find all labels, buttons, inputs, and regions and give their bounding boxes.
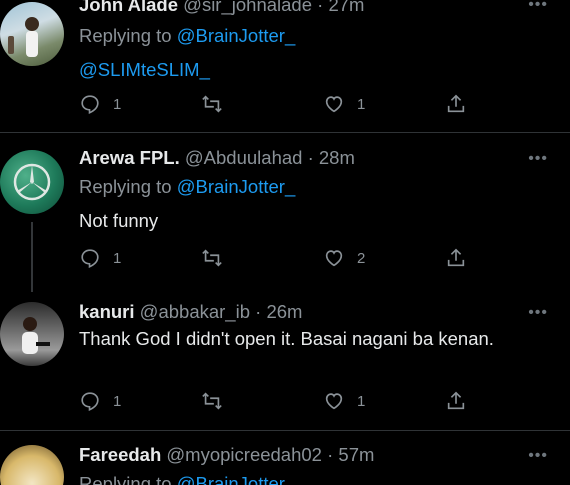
avatar[interactable] (0, 302, 64, 366)
tweet[interactable]: kanuri @abbakar_ib · 26m ••• Thank God I… (0, 293, 570, 430)
like-button[interactable]: 1 (323, 388, 365, 414)
tweet-actions: 1 1 (79, 388, 479, 414)
avatar[interactable] (0, 445, 64, 485)
tweet-header: Fareedah @myopicreedah02 · 57m (79, 444, 374, 466)
separator: · (307, 147, 314, 168)
tweet[interactable]: John Alade @sir_johnalade · 27m ••• Repl… (0, 0, 570, 132)
reply-count: 1 (113, 249, 122, 267)
timestamp[interactable]: 57m (338, 444, 374, 465)
share-icon (447, 248, 465, 267)
username[interactable]: @sir_johnalade (183, 0, 312, 15)
replying-to-label: Replying to (79, 176, 172, 197)
share-button[interactable] (445, 388, 467, 414)
display-name[interactable]: Arewa FPL. (79, 147, 180, 168)
reply-icon (81, 392, 99, 411)
display-name[interactable]: kanuri (79, 301, 135, 322)
timestamp[interactable]: 26m (266, 301, 302, 322)
display-name[interactable]: John Alade (79, 0, 178, 15)
mention-link[interactable]: @BrainJotter_ (177, 473, 296, 485)
separator: · (327, 444, 334, 465)
tweet-header: kanuri @abbakar_ib · 26m (79, 301, 302, 323)
like-count: 2 (357, 249, 366, 267)
more-icon[interactable]: ••• (528, 0, 548, 14)
reply-button[interactable]: 1 (79, 245, 121, 271)
retweet-button[interactable] (201, 91, 223, 117)
like-count: 1 (357, 95, 366, 113)
mention-link[interactable]: @BrainJotter_ (177, 176, 296, 197)
more-icon[interactable]: ••• (528, 150, 548, 168)
separator: · (255, 301, 262, 322)
replying-to-label: Replying to (79, 473, 172, 485)
tweet[interactable]: Fareedah @myopicreedah02 · 57m ••• Reply… (0, 431, 570, 485)
tweet-header: John Alade @sir_johnalade · 27m (79, 0, 364, 16)
replying-to-label: Replying to (79, 25, 172, 46)
tweet[interactable]: Arewa FPL. @Abduulahad · 28m ••• Replyin… (0, 133, 570, 293)
thread-line (31, 222, 33, 292)
share-icon (447, 94, 465, 113)
username[interactable]: @abbakar_ib (140, 301, 250, 322)
reply-icon (81, 95, 99, 114)
tweet-text: Not funny (79, 210, 159, 231)
like-button[interactable]: 1 (323, 91, 365, 117)
more-icon[interactable]: ••• (528, 447, 548, 465)
tweet-text[interactable]: @SLIMteSLIM_ (79, 56, 529, 84)
retweet-icon (202, 392, 222, 410)
avatar[interactable] (0, 150, 64, 214)
mention-link[interactable]: @BrainJotter_ (177, 25, 296, 46)
reply-count: 1 (113, 95, 122, 113)
heart-icon (325, 96, 343, 113)
more-icon[interactable]: ••• (528, 304, 548, 322)
retweet-icon (202, 249, 222, 267)
heart-icon (325, 250, 343, 267)
retweet-icon (202, 95, 222, 113)
tweet-actions: 1 2 (79, 245, 479, 271)
replying-to: Replying to @BrainJotter_ (79, 176, 295, 198)
share-button[interactable] (445, 91, 467, 117)
like-count: 1 (357, 392, 366, 410)
replying-to: Replying to @BrainJotter_ (79, 473, 295, 485)
retweet-button[interactable] (201, 245, 223, 271)
tweet-header: Arewa FPL. @Abduulahad · 28m (79, 147, 355, 169)
share-button[interactable] (445, 245, 467, 271)
username[interactable]: @Abduulahad (185, 147, 303, 168)
reply-count: 1 (113, 392, 122, 410)
username[interactable]: @myopicreedah02 (166, 444, 322, 465)
timestamp[interactable]: 28m (319, 147, 355, 168)
heart-icon (325, 393, 343, 410)
tweet-text: Thank God I didn't open it. Basai nagani… (79, 328, 494, 349)
reply-button[interactable]: 1 (79, 91, 121, 117)
retweet-button[interactable] (201, 388, 223, 414)
reply-button[interactable]: 1 (79, 388, 121, 414)
reply-icon (81, 249, 99, 268)
display-name[interactable]: Fareedah (79, 444, 161, 465)
replying-to: Replying to @BrainJotter_ (79, 25, 295, 47)
avatar[interactable] (0, 2, 64, 66)
separator: · (317, 0, 324, 15)
tweet-actions: 1 1 (79, 91, 479, 117)
timestamp[interactable]: 27m (328, 0, 364, 15)
like-button[interactable]: 2 (323, 245, 365, 271)
share-icon (447, 391, 465, 410)
